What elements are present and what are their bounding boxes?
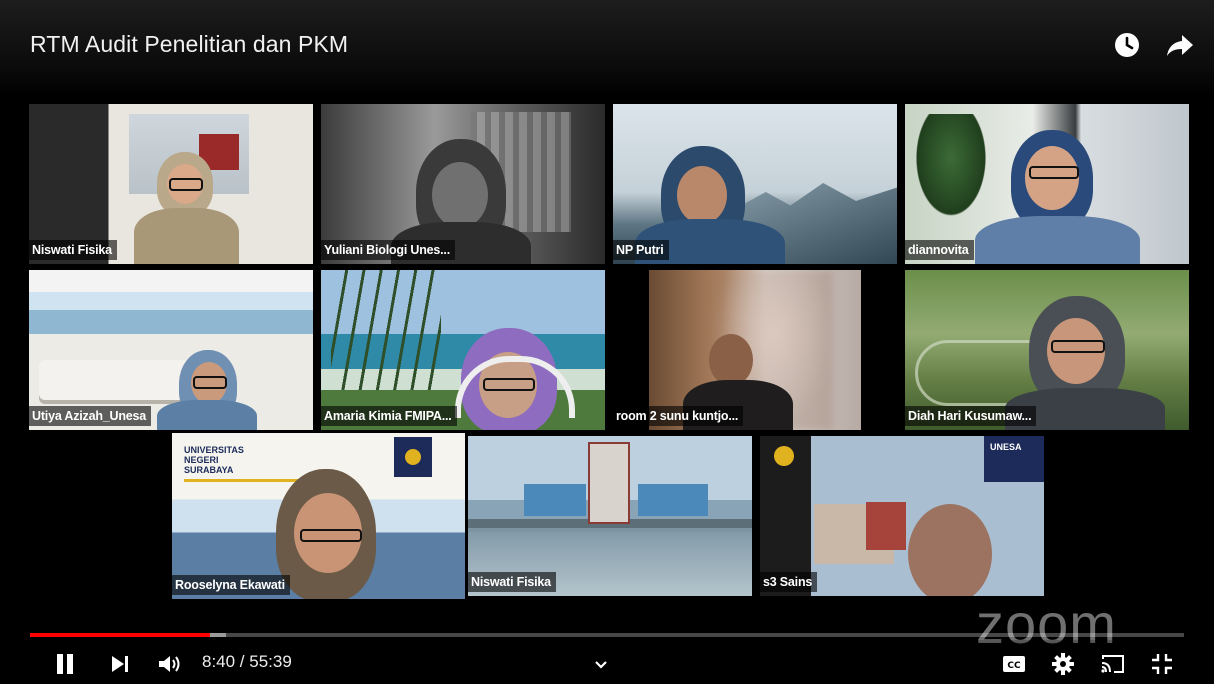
participant-name: Yuliani Biologi Unes... (321, 240, 455, 260)
cc-icon[interactable]: CC (1002, 654, 1026, 678)
participant-name: Utiya Azizah_Unesa (29, 406, 152, 426)
clock-icon[interactable] (1114, 32, 1140, 58)
participant-tile[interactable]: Yuliani Biologi Unes... (321, 104, 605, 264)
participant-name: Rooselyna Ekawati (172, 575, 290, 595)
progress-played (30, 633, 211, 637)
participant-tile[interactable]: NP Putri (613, 104, 897, 264)
svg-text:CC: CC (1007, 661, 1021, 671)
participant-tile[interactable]: diannovita (905, 104, 1189, 264)
university-logo (774, 446, 794, 466)
palm-plant (911, 114, 991, 224)
top-bar: RTM Audit Penelitian dan PKM (0, 0, 1214, 96)
participant-name: NP Putri (613, 240, 669, 260)
progress-bar[interactable] (30, 633, 1184, 637)
campus-building (638, 484, 708, 516)
participant-name: Niswati Fisika (468, 572, 556, 592)
video-title[interactable]: RTM Audit Penelitian dan PKM (30, 31, 348, 58)
campus-building (866, 502, 906, 550)
ceiling (29, 270, 313, 292)
participant-name: Diah Hari Kusumaw... (905, 406, 1037, 426)
next-icon[interactable] (110, 655, 130, 677)
participant-tile[interactable]: Amaria Kimia FMIPA... (321, 270, 605, 430)
volume-icon[interactable] (158, 654, 182, 678)
participant-tile-active-speaker[interactable]: UNIVERSITAS NEGERI SURABAYA Rooselyna Ek… (172, 433, 465, 599)
participant-tile[interactable]: room 2 sunu kuntjo... (613, 270, 897, 430)
cast-icon[interactable] (1100, 653, 1126, 679)
participant-tile[interactable]: Niswati Fisika (468, 436, 752, 596)
participant-name: room 2 sunu kuntjo... (613, 406, 744, 426)
participant-name: s3 Sains (760, 572, 818, 592)
chevron-down-icon[interactable] (594, 655, 608, 674)
participant-tile[interactable]: UNESA s3 Sains (760, 436, 1044, 596)
video-player[interactable]: RTM Audit Penelitian dan PKM Niswati Fis… (0, 0, 1214, 684)
palm-trees (331, 270, 441, 390)
share-arrow-icon[interactable] (1166, 32, 1193, 58)
unesa-badge: UNESA (984, 436, 1044, 482)
participant-name: Niswati Fisika (29, 240, 117, 260)
university-banner: UNIVERSITAS NEGERI SURABAYA (184, 445, 244, 475)
exit-fullscreen-icon[interactable] (1150, 653, 1174, 679)
pause-icon[interactable] (54, 653, 76, 679)
university-logo (394, 437, 432, 477)
campus-tower (588, 442, 630, 524)
campus-building (524, 484, 586, 516)
participant-tile[interactable]: Diah Hari Kusumaw... (905, 270, 1189, 430)
time-display: 8:40 / 55:39 (202, 652, 292, 671)
control-bar: 8:40 / 55:39 CC (0, 640, 1214, 684)
participant-tile[interactable]: Niswati Fisika (29, 104, 313, 264)
participant-name: Amaria Kimia FMIPA... (321, 406, 457, 426)
participant-tile[interactable]: Utiya Azizah_Unesa (29, 270, 313, 430)
participant-name: diannovita (905, 240, 974, 260)
gear-icon[interactable] (1052, 653, 1074, 679)
